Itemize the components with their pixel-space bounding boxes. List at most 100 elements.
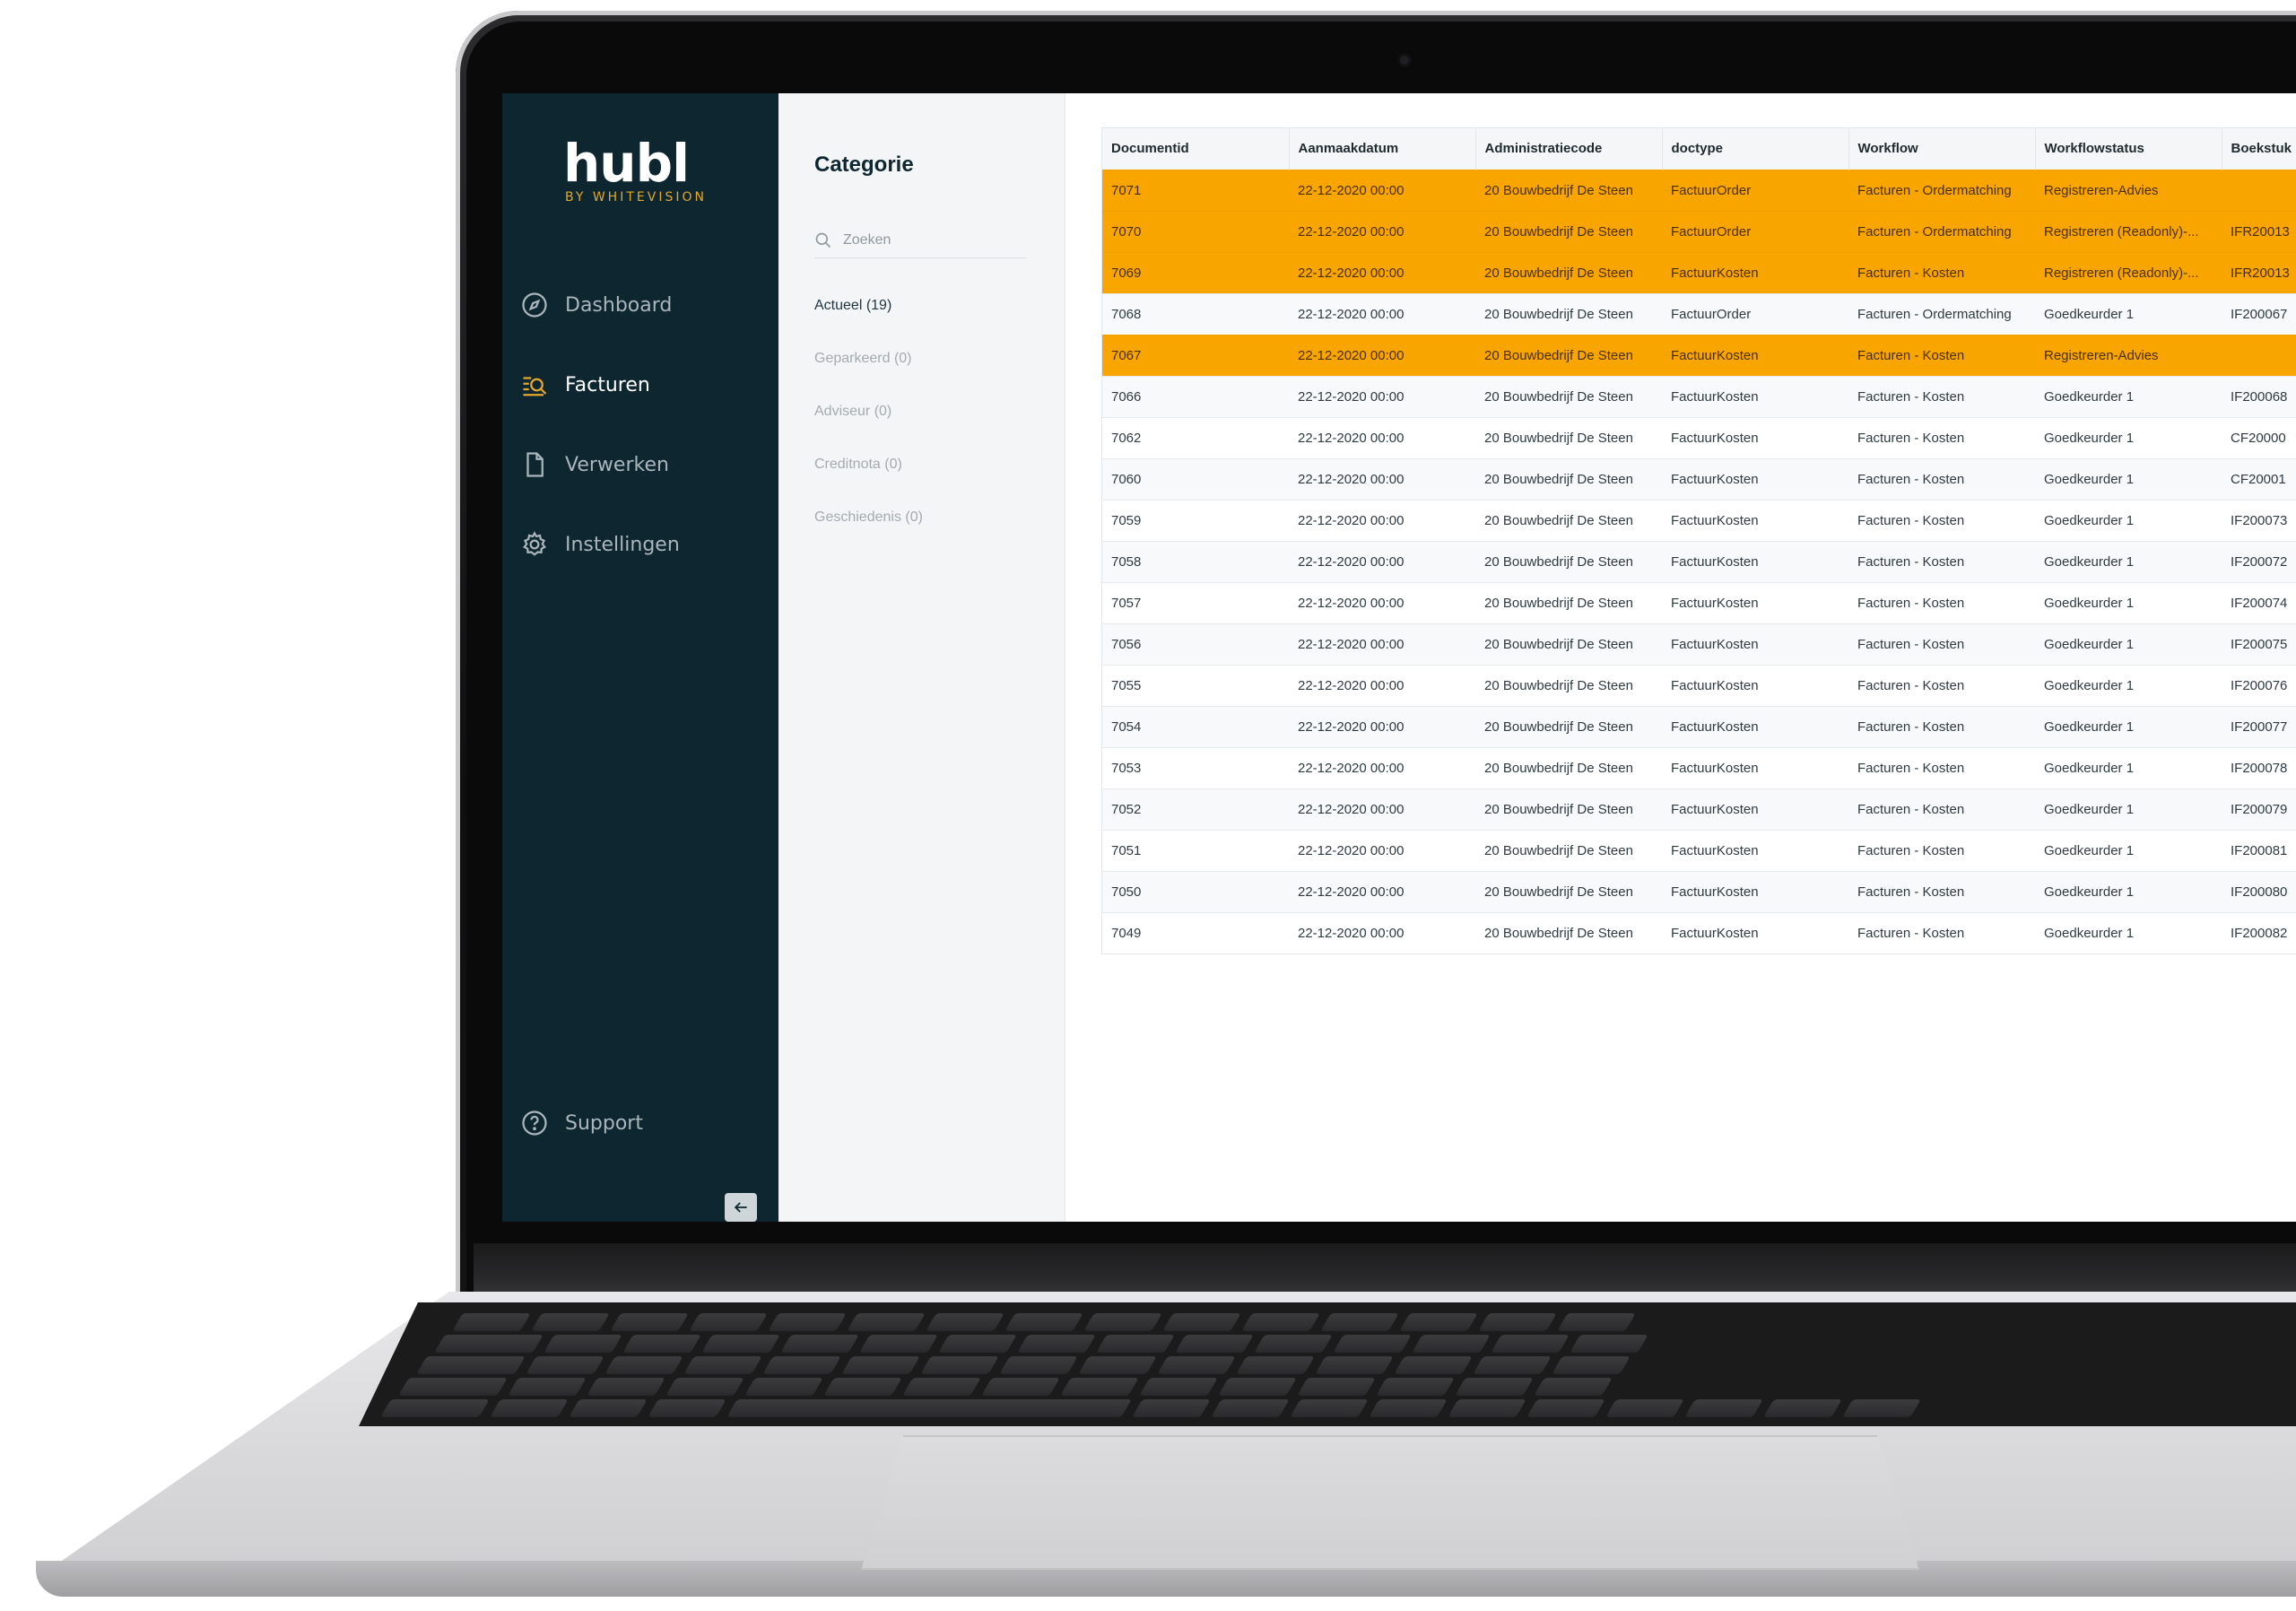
table-cell: FactuurKosten [1662,581,1848,623]
sidebar-item-facturen[interactable]: Facturen [520,367,762,403]
keyboard-key [648,1399,726,1417]
keyboard-key [1297,1378,1376,1396]
table-cell: 20 Bouwbedrijf De Steen [1475,870,1662,912]
keyboard-key [1333,1335,1412,1353]
compass-icon [520,291,549,319]
table-cell: 22-12-2020 00:00 [1289,457,1475,500]
sidebar-item-instellingen[interactable]: Instellingen [520,527,762,562]
trackpad [861,1435,1919,1570]
table-cell: FactuurOrder [1662,292,1848,335]
table-row[interactable]: 7067 22-12-2020 00:00 20 Bouwbedrijf De St… [1102,334,2296,376]
column-header[interactable]: Boekstuk [2222,128,2296,170]
search-input[interactable] [843,231,1013,248]
table-cell: 7054 [1102,705,1289,747]
table-cell: 22-12-2020 00:00 [1289,829,1475,871]
keyboard-key [1455,1378,1534,1396]
table-row[interactable]: 7054 22-12-2020 00:00 20 Bouwbedrijf De St… [1102,705,2296,747]
table-cell: FactuurKosten [1662,540,1848,582]
table-row[interactable]: 7050 22-12-2020 00:00 20 Bouwbedrijf De St… [1102,870,2296,912]
category-item-geparkeerd[interactable]: Geparkeerd (0) [814,351,912,367]
sidebar-item-label: Verwerken [565,453,669,476]
category-search [814,222,1026,258]
table-cell: 7071 [1102,169,1289,211]
table-row[interactable]: 7055 22-12-2020 00:00 20 Bouwbedrijf De St… [1102,664,2296,706]
keyboard-key [1218,1378,1297,1396]
category-item-creditnota[interactable]: Creditnota (0) [814,457,902,473]
question-icon [520,1109,549,1137]
table-cell: 20 Bouwbedrijf De Steen [1475,210,1662,252]
keyboard-key [1552,1356,1631,1374]
keyboard-key [981,1378,1060,1396]
column-header[interactable]: Workflowstatus [2035,128,2222,170]
sidebar-item-dashboard[interactable]: Dashboard [520,287,762,323]
table-row[interactable]: 7056 22-12-2020 00:00 20 Bouwbedrijf De St… [1102,623,2296,665]
table-cell: 20 Bouwbedrijf De Steen [1475,292,1662,335]
table-cell: 22-12-2020 00:00 [1289,251,1475,293]
app-logo-subtitle: BY WHITEVISION [565,190,707,205]
table-row[interactable]: 7053 22-12-2020 00:00 20 Bouwbedrijf De St… [1102,746,2296,788]
keyboard-key [926,1313,1004,1331]
sidebar-item-label: Support [565,1111,643,1135]
keyboard-key [1605,1399,1684,1417]
table-cell: Facturen - Ordermatching [1848,210,2035,252]
table-row[interactable]: 7069 22-12-2020 00:00 20 Bouwbedrijf De St… [1102,251,2296,293]
collapse-sidebar-button[interactable] [725,1193,757,1222]
column-header[interactable]: Administratiecode [1475,128,1663,170]
documents-table: Documentid Aanmaakdatum Administratiecode d… [1101,127,2296,954]
table-cell: Facturen - Ordermatching [1848,292,2035,335]
table-cell: IF200082 [2222,911,2296,954]
keyboard-key [1017,1335,1096,1353]
keyboard-key [1096,1335,1175,1353]
table-row[interactable]: 7068 22-12-2020 00:00 20 Bouwbedrijf De St… [1102,292,2296,335]
sidebar-item-verwerken[interactable]: Verwerken [520,447,762,483]
table-row[interactable]: 7049 22-12-2020 00:00 20 Bouwbedrijf De St… [1102,911,2296,954]
table-cell: 20 Bouwbedrijf De Steen [1475,416,1662,458]
category-item-actueel[interactable]: Actueel (19) [814,298,891,314]
table-row[interactable]: 7071 22-12-2020 00:00 20 Bouwbedrijf De St… [1102,169,2296,211]
table-cell: 7062 [1102,416,1289,458]
table-cell: CF20000 [2222,416,2296,458]
table-cell: Goedkeurder 1 [2035,705,2222,747]
table-cell: Facturen - Kosten [1848,457,2035,500]
table-row[interactable]: 7062 22-12-2020 00:00 20 Bouwbedrijf De St… [1102,416,2296,458]
table-cell: 20 Bouwbedrijf De Steen [1475,334,1662,376]
keyboard-key [490,1399,569,1417]
table-cell: 7059 [1102,499,1289,541]
keyboard-key [1132,1399,1211,1417]
table-cell: FactuurKosten [1662,829,1848,871]
keyboard-key [569,1399,648,1417]
keyboard-key [1211,1399,1290,1417]
keyboard-key [1060,1378,1139,1396]
table-cell: Facturen - Kosten [1848,251,2035,293]
keyboard-key [999,1356,1078,1374]
sidebar-item-support[interactable]: Support [520,1105,762,1141]
keyboard-key [1412,1335,1491,1353]
table-row[interactable]: 7060 22-12-2020 00:00 20 Bouwbedrijf De St… [1102,457,2296,500]
keyboard-key [526,1356,604,1374]
table-cell: 20 Bouwbedrijf De Steen [1475,499,1662,541]
table-cell: FactuurKosten [1662,788,1848,830]
keyboard-key [610,1313,689,1331]
list-search-icon [520,370,549,399]
table-row[interactable]: 7051 22-12-2020 00:00 20 Bouwbedrijf De St… [1102,829,2296,871]
table-cell: Facturen - Kosten [1848,788,2035,830]
table-row[interactable]: 7066 22-12-2020 00:00 20 Bouwbedrijf De St… [1102,375,2296,417]
keyboard-key [902,1378,981,1396]
keyboard-key [1473,1356,1552,1374]
table-row[interactable]: 7059 22-12-2020 00:00 20 Bouwbedrijf De St… [1102,499,2296,541]
column-header[interactable]: doctype [1662,128,1849,170]
table-row[interactable]: 7057 22-12-2020 00:00 20 Bouwbedrijf De St… [1102,581,2296,623]
category-item-adviseur[interactable]: Adviseur (0) [814,404,891,420]
sidebar-item-label: Dashboard [565,293,673,317]
table-cell: Goedkeurder 1 [2035,499,2222,541]
keyboard-key [1254,1335,1333,1353]
table-cell: IF200068 [2222,375,2296,417]
sidebar-item-label: Instellingen [565,533,680,556]
table-row[interactable]: 7052 22-12-2020 00:00 20 Bouwbedrijf De St… [1102,788,2296,830]
column-header[interactable]: Aanmaakdatum [1289,128,1476,170]
column-header[interactable]: Workflow [1848,128,2036,170]
column-header[interactable]: Documentid [1102,128,1290,170]
table-row[interactable]: 7070 22-12-2020 00:00 20 Bouwbedrijf De St… [1102,210,2296,252]
table-row[interactable]: 7058 22-12-2020 00:00 20 Bouwbedrijf De St… [1102,540,2296,582]
category-item-geschiedenis[interactable]: Geschiedenis (0) [814,509,923,526]
